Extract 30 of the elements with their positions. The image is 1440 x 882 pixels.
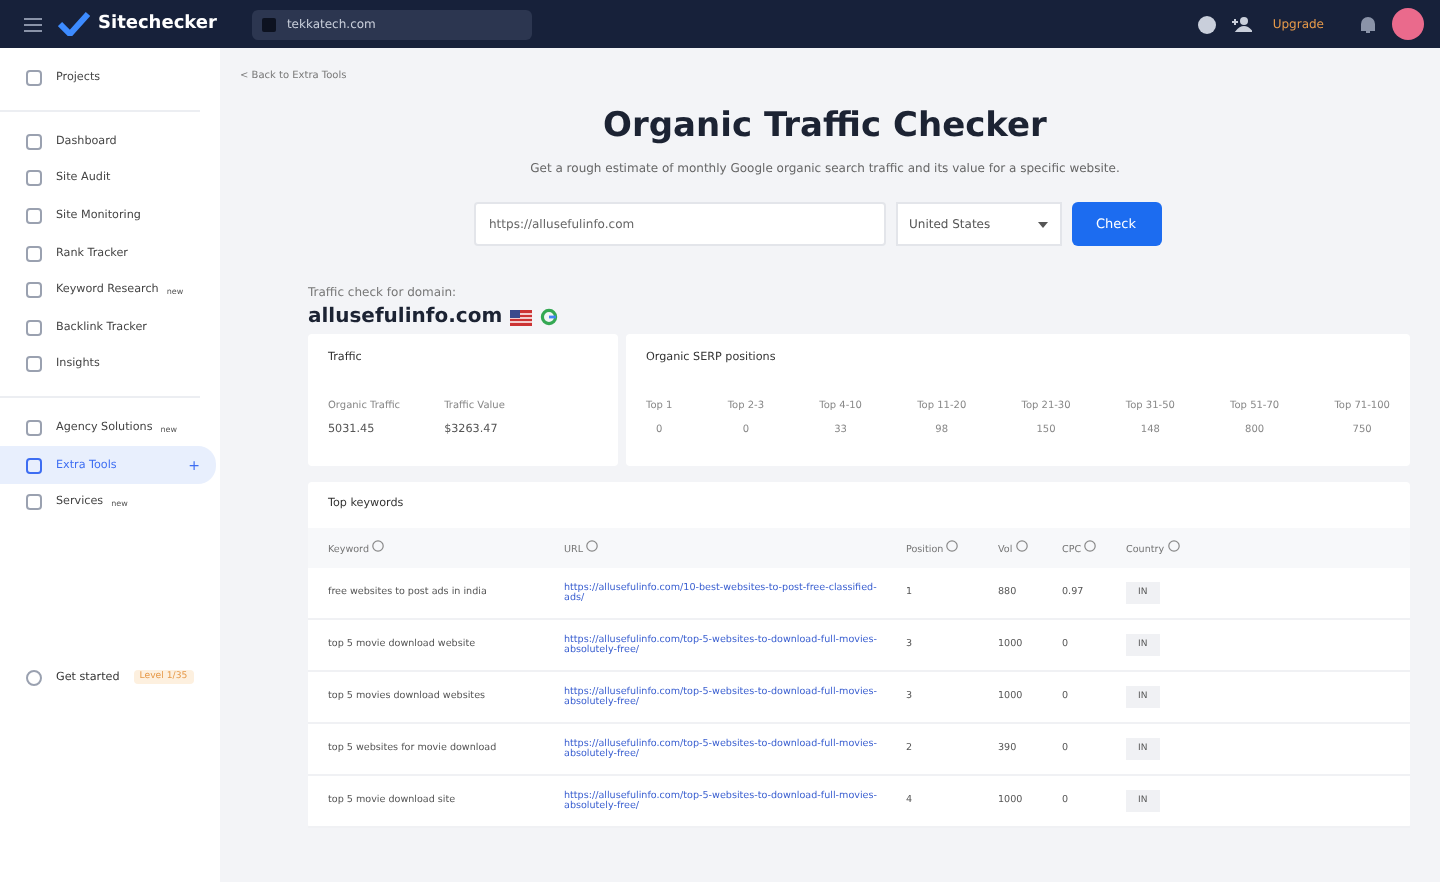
flag-icon <box>510 309 533 325</box>
nav-icon <box>26 245 42 262</box>
page-title: Organic Traffic Checker <box>603 106 1047 146</box>
add-user-icon[interactable] <box>1232 16 1253 32</box>
menu-icon[interactable] <box>24 17 42 31</box>
nav-icon <box>26 319 42 336</box>
globe-icon <box>26 669 42 686</box>
avatar[interactable] <box>1392 8 1424 40</box>
info-icon <box>586 540 599 552</box>
nav-icon <box>26 420 42 437</box>
checkmark-logo-icon <box>58 12 90 36</box>
info-icon <box>1084 540 1097 552</box>
logo-text: Sitechecker <box>98 14 217 34</box>
nav-icon <box>26 208 42 225</box>
nav-icon <box>26 170 42 187</box>
info-icon <box>1167 540 1180 552</box>
google-icon <box>540 308 559 326</box>
info-icon <box>946 540 959 552</box>
caret-icon <box>1037 221 1047 227</box>
bell-icon[interactable] <box>1360 15 1376 33</box>
nav-icon <box>26 282 42 299</box>
domain-name: allusefulinfo.com <box>308 306 503 328</box>
nav-icon <box>26 457 42 474</box>
nav-icon <box>26 494 42 511</box>
nav-icon <box>26 70 42 87</box>
nav-icon <box>26 356 42 373</box>
nav-icon <box>26 133 42 150</box>
info-icon <box>1015 540 1028 552</box>
info-icon <box>372 540 385 552</box>
site-favicon-icon <box>262 17 277 31</box>
